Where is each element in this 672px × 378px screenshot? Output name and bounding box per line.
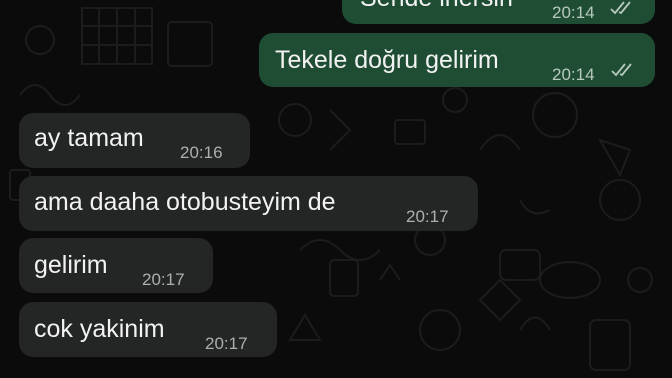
message-timestamp: 20:17 [205,334,248,353]
incoming-message[interactable]: ama daaha otobusteyim de 20:17 [19,176,478,231]
message-timestamp: 20:16 [180,143,223,162]
read-receipt-icon [611,63,632,77]
message-text: ay tamam [34,124,144,152]
message-timestamp: 20:17 [142,270,185,289]
message-text: ama daaha otobusteyim de [34,188,336,216]
message-text: gelirim [34,251,108,279]
incoming-message[interactable]: cok yakinim 20:17 [19,302,277,357]
outgoing-message[interactable]: Tekele doğru gelirim 20:14 [259,33,655,87]
message-timestamp: 20:17 [406,207,449,226]
message-timestamp: 20:14 [552,65,595,84]
message-text: Tekele doğru gelirim [275,46,499,74]
outgoing-message[interactable]: Sende inersin 20:14 [342,0,655,24]
message-text: cok yakinim [34,315,165,343]
incoming-message[interactable]: ay tamam 20:16 [19,113,250,168]
read-receipt-icon [610,1,631,15]
message-text: Sende inersin [360,0,513,11]
message-timestamp: 20:14 [552,3,595,22]
incoming-message[interactable]: gelirim 20:17 [19,238,213,293]
